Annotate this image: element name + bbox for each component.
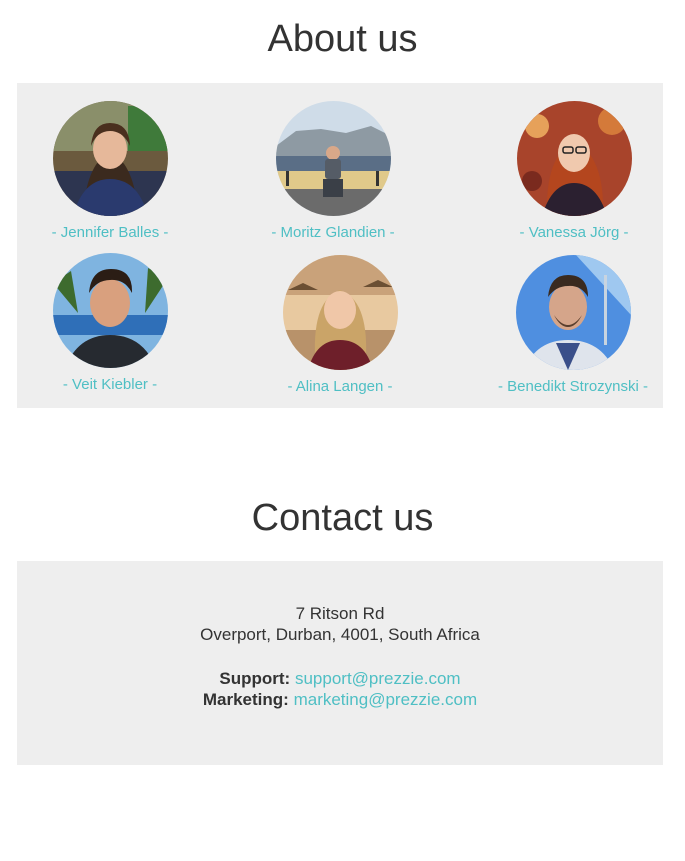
contact-title: Contact us [251,497,434,539]
team-member-vanessa: - Vanessa Jörg - [474,101,674,241]
member-name: - Alina Langen - [287,378,393,395]
member-avatar [516,101,632,216]
member-name: - Benedikt Strozynski - [497,378,649,395]
team-member-moritz: - Moritz Glandien - [233,101,433,241]
support-email-link[interactable]: support@prezzie.com [295,669,461,688]
address-city: Overport, Durban, 4001, South Africa [200,625,480,644]
veit-photo [52,253,168,368]
member-avatar [515,255,631,370]
team-member-jennifer: - Jennifer Balles - [10,101,210,241]
jennifer-photo [52,101,168,216]
address-street: 7 Ritson Rd [295,604,385,623]
team-member-benedikt: - Benedikt Strozynski - [473,255,673,395]
support-row: Support: support@prezzie.com [17,668,663,689]
vanessa-photo [516,101,632,216]
member-name: - Vanessa Jörg - [519,224,629,241]
member-name: - Jennifer Balles - [51,224,169,241]
contact-panel: 7 Ritson Rd Overport, Durban, 4001, Sout… [17,561,663,765]
member-avatar [52,101,168,216]
member-avatar [275,101,391,216]
team-panel: - Jennifer Balles - - Moritz Glandien - [17,83,663,408]
team-member-alina: - Alina Langen - [240,255,440,395]
alina-photo [282,255,398,370]
member-avatar [52,253,168,368]
benedikt-photo [515,255,631,370]
marketing-row: Marketing: marketing@prezzie.com [17,689,663,710]
marketing-email-link[interactable]: marketing@prezzie.com [294,690,478,709]
marketing-label: Marketing: [202,690,289,709]
member-avatar [282,255,398,370]
team-member-veit: - Veit Kiebler - [10,253,210,393]
moritz-photo [275,101,391,216]
about-title: About us [267,18,418,60]
member-name: - Moritz Glandien - [271,224,395,241]
member-name: - Veit Kiebler - [62,376,158,393]
support-label: Support: [219,669,291,688]
